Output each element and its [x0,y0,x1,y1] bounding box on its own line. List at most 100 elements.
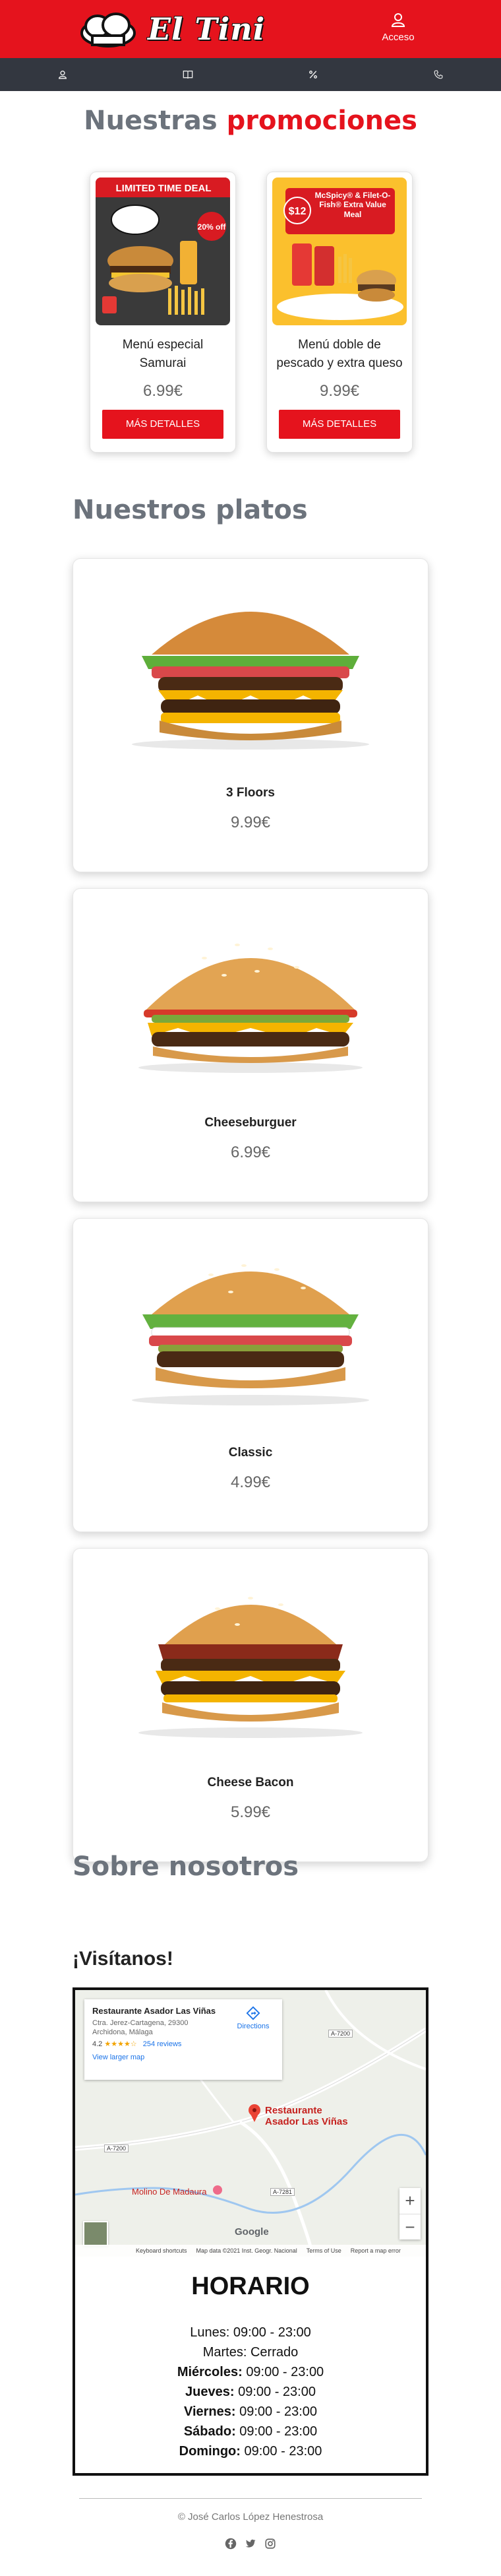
dish-name: Cheeseburguer [204,1116,297,1130]
location-box: Restaurante Asador Las Viñas Ctra. Jerez… [73,1987,428,2476]
main-nav [0,58,501,91]
hours-day: Lunes: [190,2325,230,2340]
hours-title: HORARIO [191,2272,310,2300]
map-place-rating: 4.2 ★★★★☆ 254 reviews [92,2040,274,2048]
phone-icon [434,70,443,79]
hours-time: 09:00 - 23:00 [233,2325,311,2340]
map-place-address: Ctra. Jerez-Cartagena, 29300 Archidona, … [92,2019,189,2037]
map-place-card: Restaurante Asador Las Viñas Ctra. Jerez… [84,1999,282,2080]
map-poi-label: Molino De Madaura [132,2187,207,2197]
social-links [0,2538,501,2550]
promotions-title-accent: promociones [226,106,417,136]
nav-item-contact[interactable] [376,58,501,91]
facebook-icon[interactable] [225,2538,237,2550]
view-larger-map-link[interactable]: View larger map [92,2053,274,2061]
hours-day: Viernes: [183,2404,236,2419]
zoom-in-button[interactable]: + [399,2188,421,2214]
dish-name: 3 Floors [226,786,275,800]
map-pin-label: Restaurante Asador Las Viñas [265,2105,348,2128]
hours-row: Martes: Cerrado [75,2342,426,2362]
promo-banner-text: McSpicy® & Filet-O-Fish® Extra Value Mea… [314,191,391,219]
logo-text: El Tini [148,11,266,47]
promo-name: Menú doble de pescado y extra queso [276,338,403,370]
dish-card[interactable]: Cheeseburguer 6.99€ [73,888,428,1202]
dish-card[interactable]: 3 Floors 9.99€ [73,558,428,872]
map-pin-label-line1: Restaurante [265,2105,322,2116]
footer-copyright: © José Carlos López Henestrosa [177,2511,324,2523]
road-label: A-7200 [104,2144,129,2152]
hours-day: Martes: [202,2345,247,2360]
reviews-link[interactable]: 254 reviews [143,2040,182,2048]
keyboard-shortcuts-link[interactable]: Keyboard shortcuts [136,2247,187,2254]
promo-details-button[interactable]: MÁS DETALLES [279,410,400,439]
access-label: Acceso [382,32,415,43]
road-label: A-7281 [270,2188,295,2196]
visit-title: ¡Visítanos! [73,1948,173,1970]
rating-stars: ★★★★☆ [104,2040,137,2048]
promo-card: $12 McSpicy® & Filet-O-Fish® Extra Value… [266,172,413,453]
twitter-icon[interactable] [245,2538,256,2550]
access-button[interactable]: Acceso [373,12,423,43]
book-icon [183,71,193,79]
dish-image-cheese-bacon [73,1549,428,1766]
google-logo: Google [235,2226,269,2238]
logo[interactable]: El Tini [78,9,265,49]
hours-day: Domingo: [179,2444,241,2459]
hours-row: Miércoles: 09:00 - 23:00 [75,2362,426,2382]
hours-time: 09:00 - 23:00 [239,2424,318,2439]
hours-row: Lunes: 09:00 - 23:00 [75,2323,426,2342]
dish-price: 4.99€ [230,1473,271,1491]
street-view-thumbnail[interactable] [83,2221,108,2246]
rating-value: 4.2 [92,2040,103,2048]
hours-row: Sábado: 09:00 - 23:00 [75,2422,426,2441]
dish-card[interactable]: Classic 4.99€ [73,1218,428,1532]
promo-banner-text: LIMITED TIME DEAL [116,183,212,194]
hours-day: Miércoles: [177,2365,243,2379]
hours-time: 09:00 - 23:00 [244,2444,322,2459]
dish-name: Cheese Bacon [207,1776,294,1789]
hours-row: Jueves: 09:00 - 23:00 [75,2382,426,2402]
directions-icon [246,2006,260,2020]
promotions-title: Nuestras promociones [0,106,501,136]
user-icon [59,71,67,79]
zoom-controls: + − [399,2188,421,2239]
zoom-out-button[interactable]: − [399,2214,421,2239]
about-title: Sobre nosotros [73,1852,299,1882]
map-pin-label-line2: Asador Las Viñas [265,2116,348,2128]
embedded-map[interactable]: Restaurante Asador Las Viñas Ctra. Jerez… [75,1990,426,2257]
hours-day: Sábado: [183,2424,236,2439]
directions-label: Directions [237,2022,270,2030]
report-error-link[interactable]: Report a map error [351,2247,401,2254]
promo-image-double-fish: $12 McSpicy® & Filet-O-Fish® Extra Value… [272,177,407,325]
directions-button[interactable]: Directions [232,2006,274,2030]
hours-time: Cerrado [250,2345,299,2360]
dish-image-classic [73,1219,428,1436]
user-icon [391,13,405,27]
nav-item-menu[interactable] [125,58,250,91]
promo-badge: $12 [289,206,307,217]
map-data-text: Map data ©2021 Inst. Geogr. Nacional [196,2247,297,2254]
dish-card[interactable]: Cheese Bacon 5.99€ [73,1548,428,1862]
hours-time: 09:00 - 23:00 [238,2385,316,2399]
hours-time: 09:00 - 23:00 [239,2404,317,2419]
road-label: A-7200 [328,2030,353,2038]
instagram-icon[interactable] [264,2538,276,2550]
hours-time: 09:00 - 23:00 [246,2365,324,2379]
promo-name: Menú especial Samurai [122,338,204,370]
promo-details-button[interactable]: MÁS DETALLES [102,410,223,439]
promotions-title-prefix: Nuestras [84,106,218,136]
dish-name: Classic [228,1446,273,1460]
nav-item-promotions[interactable] [250,58,376,91]
dish-price: 6.99€ [230,1143,271,1161]
dish-price: 9.99€ [230,814,271,831]
chef-hat-icon [80,13,136,48]
footer-divider [79,2498,422,2499]
dishes-title: Nuestros platos [73,495,308,525]
nav-item-account[interactable] [0,58,125,91]
promo-image-samurai: LIMITED TIME DEAL 20% off [96,177,230,325]
map-footer: Keyboard shortcuts Map data ©2021 Inst. … [75,2245,426,2257]
percent-icon [309,71,317,79]
hours-list: Lunes: 09:00 - 23:00 Martes: Cerrado Mié… [75,2323,426,2461]
promo-badge: 20% off [198,222,227,232]
terms-link[interactable]: Terms of Use [307,2247,341,2254]
